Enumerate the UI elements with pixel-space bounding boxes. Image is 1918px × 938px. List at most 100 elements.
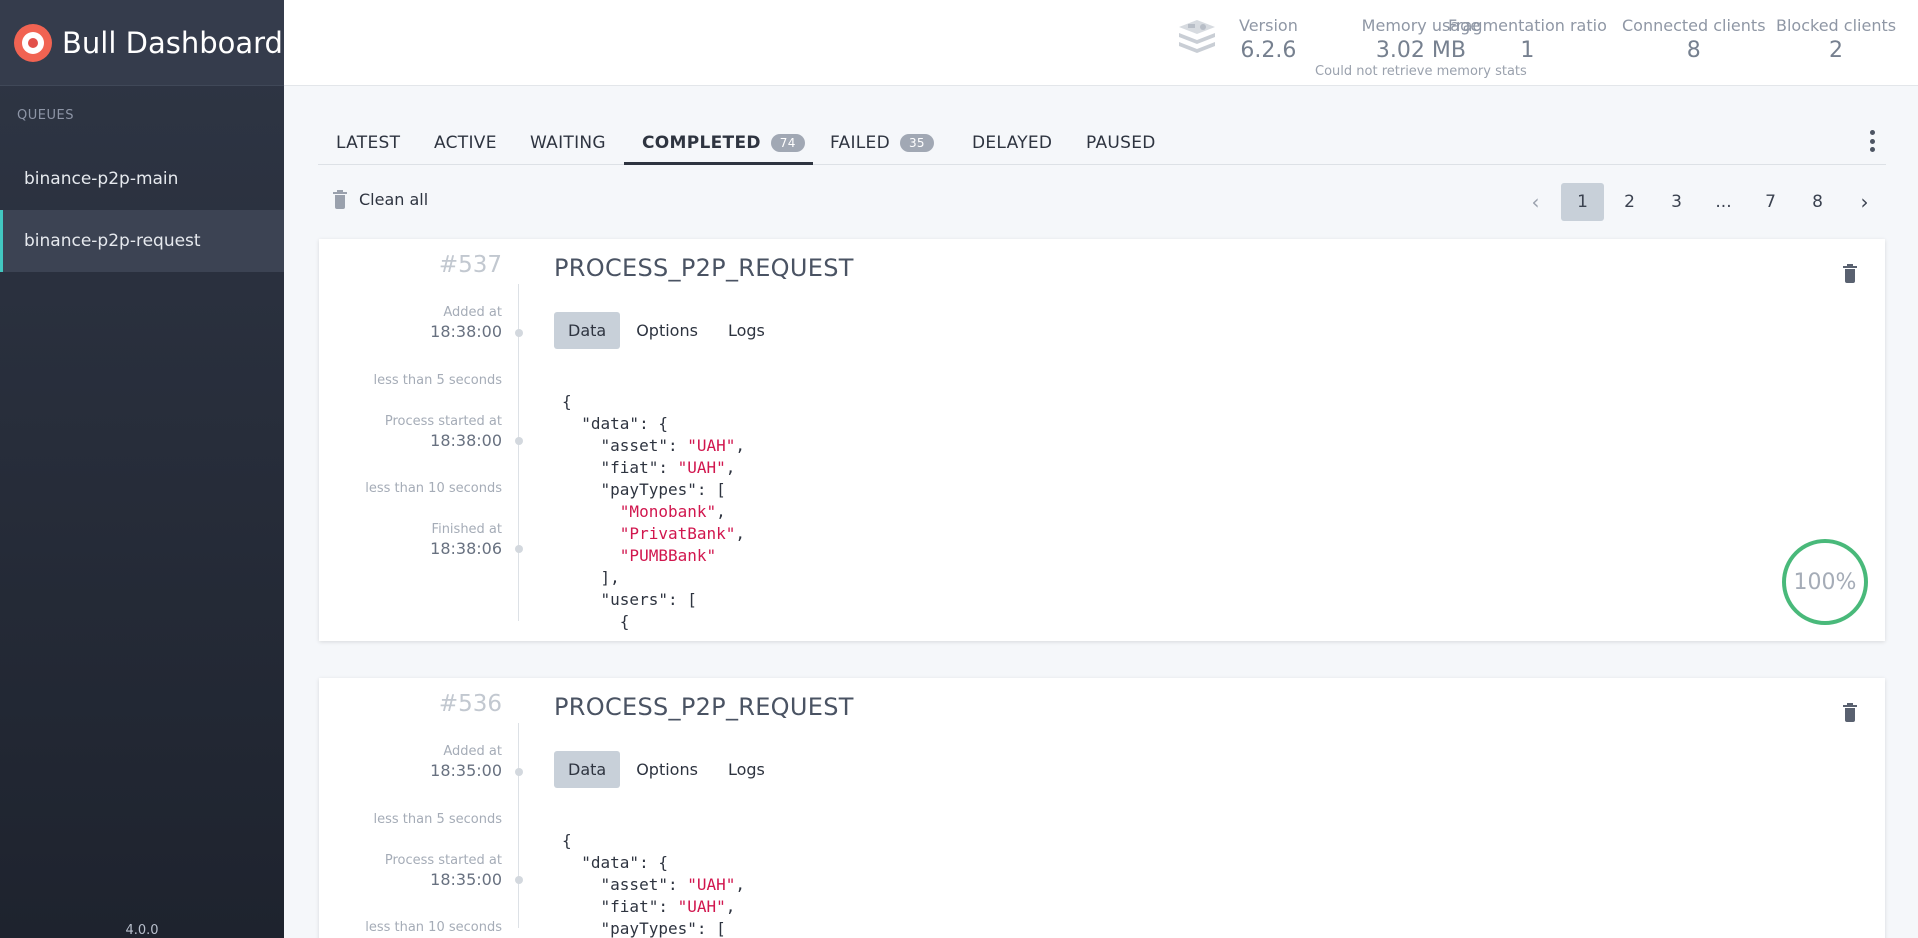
page-button[interactable]: 7	[1749, 183, 1792, 221]
tab-waiting[interactable]: WAITING	[530, 132, 606, 154]
tab-label: FAILED	[830, 133, 890, 153]
page-button[interactable]: 1	[1561, 183, 1604, 221]
stat-note: Could not retrieve memory stats	[1315, 64, 1527, 79]
timeline-dot	[515, 768, 523, 776]
job-data-json: { "data": { "asset": "UAH", "fiat": "UAH…	[562, 391, 745, 633]
timeline-time: 18:38:06	[430, 539, 502, 558]
clean-all-label: Clean all	[359, 190, 429, 209]
stat-label: Connected clients	[1622, 16, 1766, 35]
app-version: 4.0.0	[125, 923, 159, 938]
code-line: "payTypes": [	[600, 480, 726, 499]
code-line: "fiat": "UAH",	[600, 458, 736, 477]
job-id: #536	[438, 691, 502, 717]
tab-data[interactable]: Data	[554, 751, 621, 788]
delete-job-icon[interactable]	[1843, 264, 1857, 283]
finished-at: Finished at 18:38:06	[430, 522, 502, 558]
page-button[interactable]: 8	[1796, 183, 1839, 221]
tab-logs[interactable]: Logs	[714, 312, 779, 349]
code-line: "Monobank",	[619, 502, 726, 521]
stat-fragmentation-ratio: Fragmentation ratio 1	[1448, 16, 1607, 63]
code-line: "asset": "UAH",	[600, 436, 746, 455]
tab-failed[interactable]: FAILED 35	[830, 132, 934, 154]
timeline-dot	[515, 437, 523, 445]
more-options-icon[interactable]	[1870, 130, 1876, 152]
job-detail-tabs: Data Options Logs	[554, 751, 781, 788]
page-ellipsis: ...	[1715, 192, 1732, 212]
app-title: Bull Dashboard	[62, 25, 283, 60]
sidebar: Bull Dashboard QUEUES binance-p2p-main b…	[0, 0, 284, 938]
page-button[interactable]: 2	[1608, 183, 1651, 221]
code-line: "data": {	[581, 853, 668, 872]
page-button[interactable]: 3	[1655, 183, 1698, 221]
timeline-line	[518, 723, 519, 928]
pagination: ‹ 1 2 3 ... 7 8 ›	[1510, 183, 1886, 221]
tab-options[interactable]: Options	[622, 312, 712, 349]
job-card: #537 Added at 18:38:00 less than 5 secon…	[319, 239, 1885, 641]
clean-all-button[interactable]: Clean all	[333, 189, 429, 209]
stat-value: 6.2.6	[1240, 38, 1297, 63]
code-line: "users": [	[600, 590, 697, 609]
job-timeline: #536 Added at 18:35:00 less than 5 secon…	[319, 678, 523, 938]
tab-logs[interactable]: Logs	[714, 751, 779, 788]
code-line: {	[562, 392, 572, 411]
process-started-at: Process started at 18:35:00	[385, 853, 502, 889]
timeline-delta: less than 10 seconds	[365, 481, 502, 496]
brand[interactable]: Bull Dashboard	[0, 0, 284, 86]
code-line: ],	[562, 568, 620, 587]
tab-completed[interactable]: COMPLETED 74	[642, 132, 805, 154]
timeline-time: 18:35:00	[430, 761, 502, 780]
process-started-at: Process started at 18:38:00	[385, 414, 502, 450]
code-line: "PUMBBank"	[619, 546, 717, 565]
progress-ring: 100%	[1782, 539, 1868, 625]
count-badge: 35	[899, 134, 934, 152]
stat-version: Version 6.2.6	[1239, 16, 1298, 63]
code-line: "asset": "UAH",	[600, 875, 746, 894]
queues-section-title: QUEUES	[17, 108, 74, 123]
timeline-time: 18:35:00	[430, 870, 502, 889]
tab-paused[interactable]: PAUSED	[1086, 132, 1156, 154]
sidebar-item-binance-p2p-main[interactable]: binance-p2p-main	[0, 148, 284, 210]
stat-value: 8	[1686, 38, 1701, 63]
tab-active[interactable]: ACTIVE	[434, 132, 497, 154]
timeline-dot	[515, 329, 523, 337]
job-card: #536 Added at 18:35:00 less than 5 secon…	[319, 678, 1885, 938]
stat-value: 1	[1520, 38, 1535, 63]
tab-delayed[interactable]: DELAYED	[972, 132, 1052, 154]
timeline-label: Added at	[443, 744, 502, 759]
stat-value: 2	[1829, 38, 1844, 63]
added-at: Added at 18:38:00	[430, 305, 502, 341]
delete-job-icon[interactable]	[1843, 703, 1857, 722]
timeline-label: Added at	[443, 305, 502, 320]
timeline-delta: less than 10 seconds	[365, 920, 502, 935]
job-detail-tabs: Data Options Logs	[554, 312, 781, 349]
code-line: {	[562, 612, 630, 631]
job-name: PROCESS_P2P_REQUEST	[554, 254, 854, 282]
job-data-json: { "data": { "asset": "UAH", "fiat": "UAH…	[562, 830, 745, 938]
code-line: "data": {	[581, 414, 668, 433]
status-tabs: LATEST ACTIVE WAITING COMPLETED 74 FAILE…	[318, 120, 1886, 165]
stat-label: Version	[1239, 16, 1298, 35]
timeline-time: 18:38:00	[430, 431, 502, 450]
code-line: "PrivatBank",	[619, 524, 746, 543]
tab-data[interactable]: Data	[554, 312, 621, 349]
stat-connected-clients: Connected clients 8	[1622, 16, 1766, 63]
next-page-icon[interactable]: ›	[1843, 183, 1886, 221]
sidebar-item-binance-p2p-request[interactable]: binance-p2p-request	[0, 210, 284, 272]
job-timeline: #537 Added at 18:38:00 less than 5 secon…	[319, 239, 523, 641]
job-id: #537	[438, 252, 502, 278]
previous-page-icon[interactable]: ‹	[1514, 183, 1557, 221]
timeline-label: Process started at	[384, 414, 502, 429]
timeline-label: Process started at	[384, 853, 502, 868]
timeline-dot	[515, 545, 523, 553]
header: Version 6.2.6 Memory usage 3.02 MB Could…	[284, 0, 1918, 86]
code-line: {	[562, 831, 572, 850]
count-badge: 74	[770, 134, 805, 152]
bullseye-logo-icon	[14, 23, 52, 62]
timeline-dot	[515, 876, 523, 884]
tab-options[interactable]: Options	[622, 751, 712, 788]
code-line: "payTypes": [	[600, 919, 726, 938]
tab-latest[interactable]: LATEST	[336, 132, 400, 154]
timeline-delta: less than 5 seconds	[373, 812, 502, 827]
timeline-delta: less than 5 seconds	[373, 373, 502, 388]
active-tab-indicator	[624, 162, 813, 165]
